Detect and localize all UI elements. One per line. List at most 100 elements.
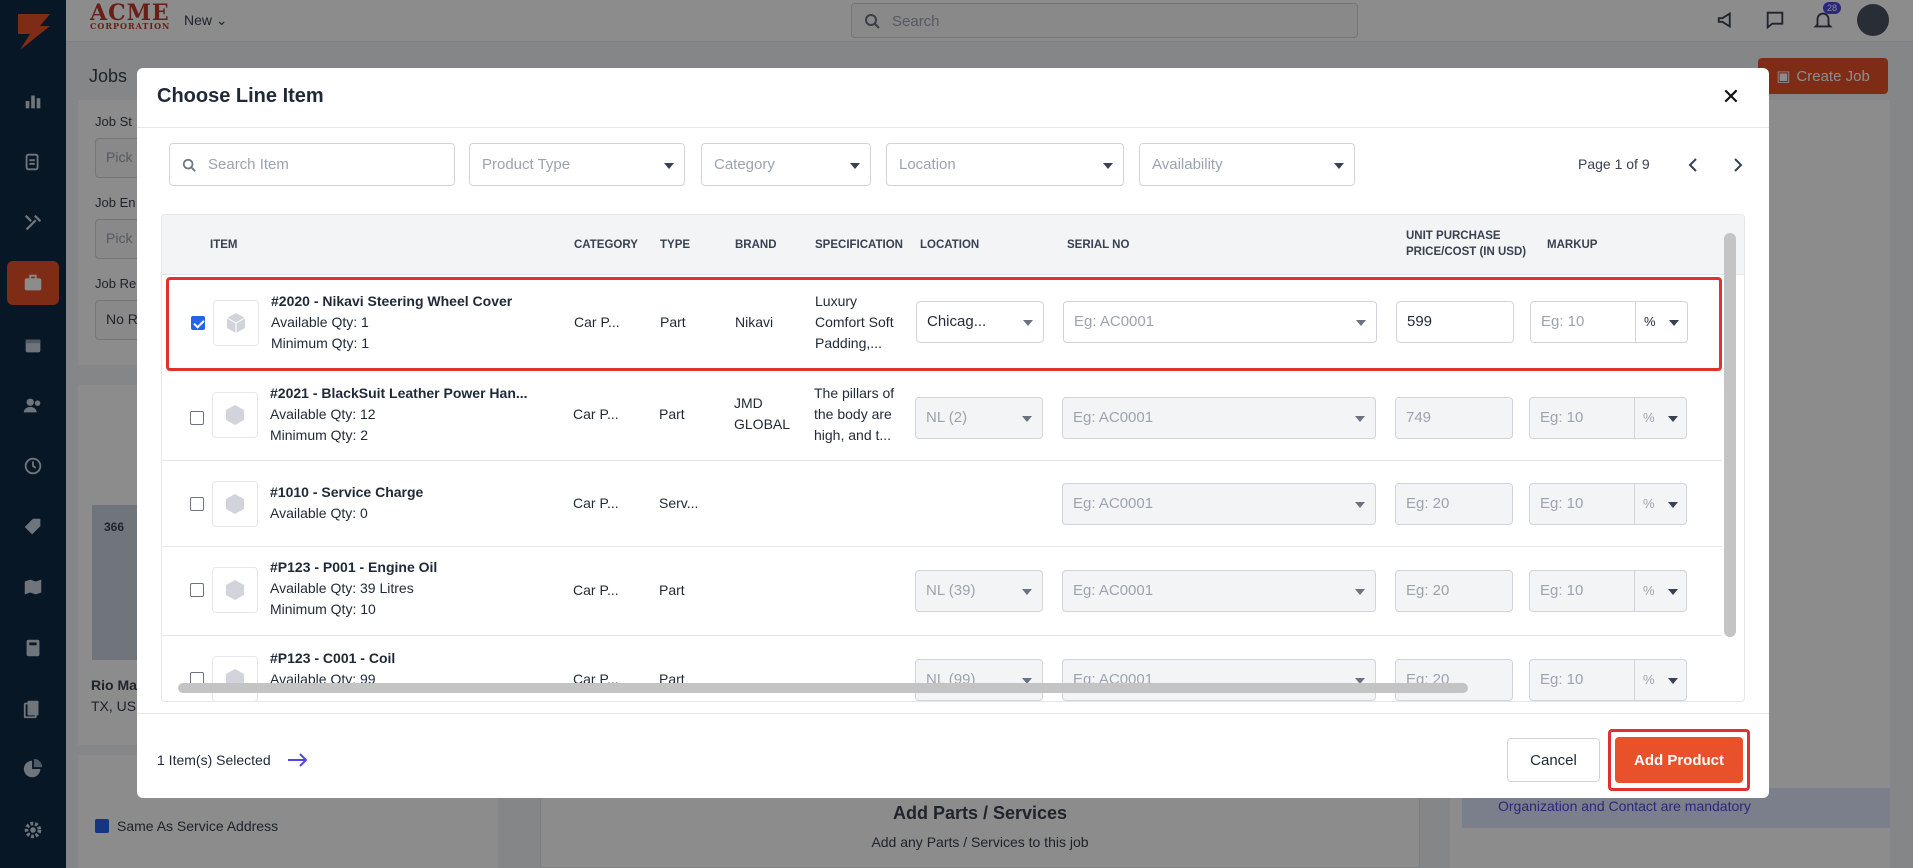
item-category: Car P... bbox=[573, 406, 619, 422]
product-type-select[interactable]: Product Type bbox=[469, 143, 685, 186]
table-row-selected[interactable]: #2020 - Nikavi Steering Wheel Cover Avai… bbox=[166, 277, 1722, 371]
serial-no-dropdown[interactable]: Eg: AC0001 bbox=[1062, 659, 1376, 701]
item-brand-line2: GLOBAL bbox=[734, 416, 791, 432]
table-row[interactable]: #2021 - BlackSuit Leather Power Han... A… bbox=[162, 375, 1722, 461]
col-unit-price: UNIT PURCHASE PRICE/COST (IN USD) bbox=[1406, 230, 1527, 258]
selected-count[interactable]: 1 Item(s) Selected bbox=[157, 752, 309, 768]
col-brand: BRAND bbox=[735, 239, 777, 251]
location-dropdown[interactable]: Chicag... bbox=[916, 301, 1044, 343]
table-row[interactable]: #1010 - Service Charge Available Qty: 0 … bbox=[162, 461, 1722, 547]
choose-line-item-modal: Choose Line Item ✕ Search Item Product T… bbox=[137, 68, 1769, 798]
next-page-button[interactable] bbox=[1723, 150, 1753, 180]
chevron-left-icon bbox=[1688, 158, 1697, 172]
markup-unit-select[interactable]: % bbox=[1635, 483, 1687, 525]
product-image-icon bbox=[213, 300, 259, 346]
item-name: #2020 - Nikavi Steering Wheel Cover bbox=[271, 293, 513, 309]
unit-price-input[interactable]: 749 bbox=[1395, 397, 1513, 439]
availability-select[interactable]: Availability bbox=[1139, 143, 1355, 186]
item-spec-line2: Comfort Soft bbox=[815, 314, 894, 330]
caret-down-icon bbox=[1668, 589, 1678, 595]
chevron-right-icon bbox=[1734, 158, 1743, 172]
cancel-button[interactable]: Cancel bbox=[1507, 738, 1600, 782]
horizontal-scrollbar[interactable] bbox=[178, 683, 1468, 693]
caret-down-icon bbox=[1022, 589, 1032, 595]
markup-unit-select[interactable]: % bbox=[1636, 301, 1688, 343]
caret-down-icon bbox=[1023, 320, 1033, 326]
serial-no-dropdown[interactable]: Eg: AC0001 bbox=[1062, 483, 1376, 525]
col-serial: SERIAL NO bbox=[1067, 239, 1130, 251]
item-spec-line3: Padding,... bbox=[815, 335, 882, 351]
item-name: #P123 - C001 - Coil bbox=[270, 650, 396, 666]
item-qty: Available Qty: 39 Litres bbox=[270, 580, 414, 596]
item-spec-line3: high, and t... bbox=[814, 427, 892, 443]
close-icon[interactable]: ✕ bbox=[1719, 86, 1743, 110]
col-location: LOCATION bbox=[920, 239, 980, 251]
row-checkbox[interactable] bbox=[191, 316, 205, 330]
serial-no-dropdown[interactable]: Eg: AC0001 bbox=[1062, 397, 1376, 439]
caret-down-icon bbox=[1668, 502, 1678, 508]
item-name: #2021 - BlackSuit Leather Power Han... bbox=[270, 385, 528, 401]
item-min-qty: Minimum Qty: 10 bbox=[270, 601, 376, 617]
serial-no-dropdown[interactable]: Eg: AC0001 bbox=[1062, 570, 1376, 612]
item-brand-line1: JMD bbox=[734, 395, 763, 411]
add-product-button[interactable]: Add Product bbox=[1615, 737, 1743, 783]
line-items-table: ITEM CATEGORY TYPE BRAND SPECIFICATION L… bbox=[161, 214, 1745, 702]
col-category: CATEGORY bbox=[574, 239, 638, 251]
search-icon bbox=[182, 158, 196, 172]
markup-input[interactable]: Eg: 10 bbox=[1529, 483, 1635, 525]
item-name: #1010 - Service Charge bbox=[270, 484, 424, 500]
markup-input[interactable]: Eg: 10 bbox=[1529, 397, 1635, 439]
unit-price-input[interactable]: Eg: 20 bbox=[1395, 483, 1513, 525]
item-min-qty: Minimum Qty: 1 bbox=[271, 335, 370, 351]
item-type: Part bbox=[659, 406, 685, 422]
arrow-right-icon[interactable] bbox=[287, 753, 309, 767]
markup-input[interactable]: Eg: 10 bbox=[1529, 659, 1635, 701]
item-qty: Available Qty: 0 bbox=[270, 505, 368, 521]
item-brand: Nikavi bbox=[735, 314, 774, 330]
location-dropdown[interactable]: NL (99) bbox=[915, 659, 1043, 701]
pager-label: Page 1 of 9 bbox=[1578, 156, 1650, 172]
serial-no-dropdown[interactable]: Eg: AC0001 bbox=[1063, 301, 1377, 343]
location-dropdown[interactable]: NL (39) bbox=[915, 570, 1043, 612]
product-image-icon bbox=[212, 481, 258, 527]
product-image-icon bbox=[212, 656, 258, 701]
caret-down-icon bbox=[1668, 416, 1678, 422]
product-image-icon bbox=[212, 392, 258, 438]
table-row[interactable]: #P123 - P001 - Engine Oil Available Qty:… bbox=[162, 547, 1722, 636]
row-checkbox[interactable] bbox=[190, 411, 204, 425]
search-item-input[interactable]: Search Item bbox=[169, 143, 455, 186]
prev-page-button[interactable] bbox=[1678, 150, 1708, 180]
markup-input[interactable]: Eg: 10 bbox=[1530, 301, 1636, 343]
caret-down-icon bbox=[1334, 163, 1344, 169]
item-type: Part bbox=[660, 314, 686, 330]
row-checkbox[interactable] bbox=[190, 583, 204, 597]
caret-down-icon bbox=[664, 163, 674, 169]
col-item: ITEM bbox=[210, 239, 238, 251]
item-spec-line1: The pillars of bbox=[814, 385, 895, 401]
unit-price-input[interactable]: 599 bbox=[1396, 301, 1514, 343]
markup-unit-select[interactable]: % bbox=[1635, 659, 1687, 701]
location-dropdown[interactable]: NL (2) bbox=[915, 397, 1043, 439]
markup-unit-select[interactable]: % bbox=[1635, 570, 1687, 612]
item-spec-line2: the body are bbox=[814, 406, 892, 422]
unit-price-input[interactable]: Eg: 20 bbox=[1395, 659, 1513, 701]
item-spec-line1: Luxury bbox=[815, 293, 858, 309]
markup-unit-select[interactable]: % bbox=[1635, 397, 1687, 439]
row-checkbox[interactable] bbox=[190, 497, 204, 511]
unit-price-input[interactable]: Eg: 20 bbox=[1395, 570, 1513, 612]
item-category: Car P... bbox=[573, 495, 619, 511]
markup-input[interactable]: Eg: 10 bbox=[1529, 570, 1635, 612]
vertical-scrollbar[interactable] bbox=[1724, 233, 1736, 637]
location-select[interactable]: Location bbox=[886, 143, 1124, 186]
caret-down-icon bbox=[1103, 163, 1113, 169]
col-type: TYPE bbox=[660, 239, 691, 251]
item-min-qty: Minimum Qty: 2 bbox=[270, 427, 369, 443]
table-header: ITEM CATEGORY TYPE BRAND SPECIFICATION L… bbox=[162, 215, 1744, 275]
item-qty: Available Qty: 1 bbox=[271, 314, 369, 330]
category-select[interactable]: Category bbox=[701, 143, 871, 186]
caret-down-icon bbox=[850, 163, 860, 169]
product-image-icon bbox=[212, 567, 258, 613]
caret-down-icon bbox=[1669, 320, 1679, 326]
item-qty: Available Qty: 12 bbox=[270, 406, 376, 422]
modal-title: Choose Line Item bbox=[157, 85, 324, 107]
